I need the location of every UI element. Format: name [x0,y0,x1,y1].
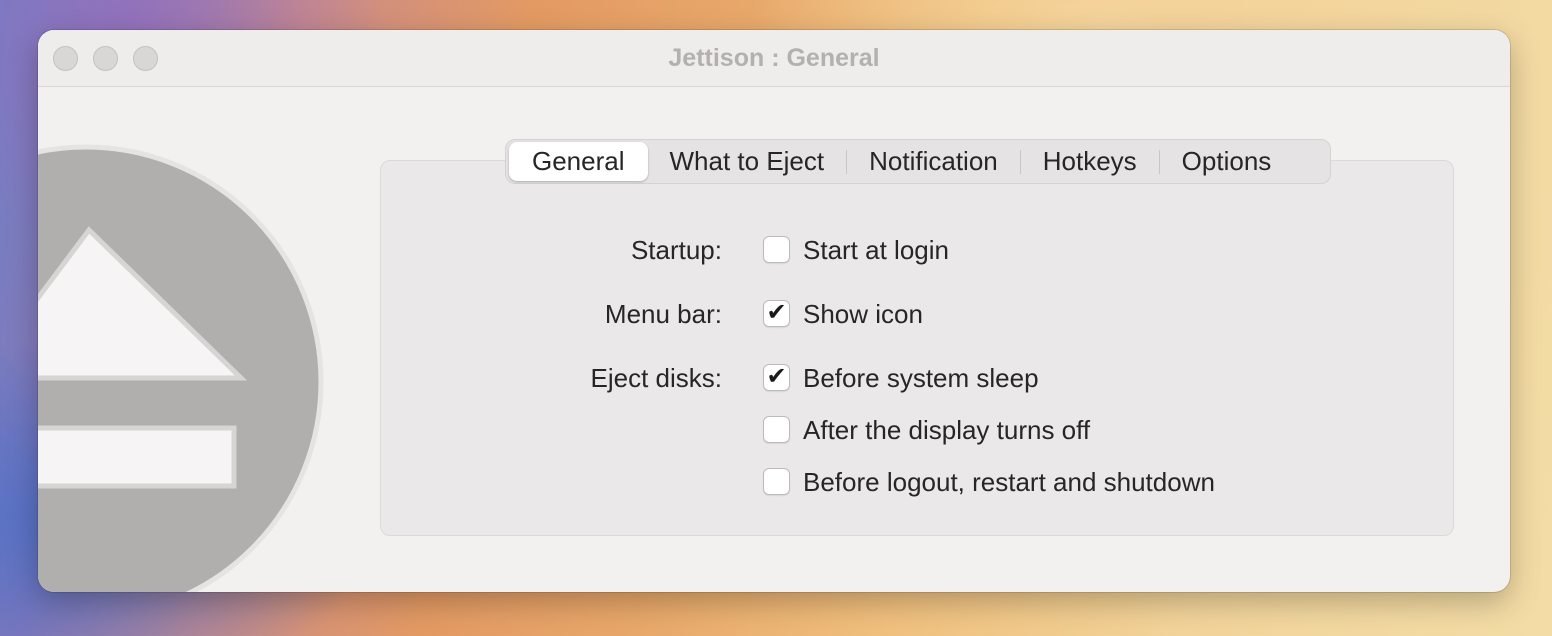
tab-hotkeys[interactable]: Hotkeys [1021,142,1159,181]
menubar-label: Menu bar: [604,299,722,329]
tab-notification[interactable]: Notification [847,142,1020,181]
eject-icon [38,144,324,592]
before-sleep-label[interactable]: Before system sleep [803,363,1039,394]
show-icon-checkbox[interactable]: ✔ [763,300,790,327]
window-title: Jettison : General [668,44,880,72]
start-at-login-label[interactable]: Start at login [803,235,949,266]
tab-options[interactable]: Options [1160,142,1294,181]
startup-label: Startup: [630,235,722,265]
title-bar[interactable]: Jettison : General [38,30,1510,87]
preferences-window: Jettison : General General What to Eject… [38,30,1510,592]
tab-bar: General What to Eject Notification Hotke… [505,139,1331,184]
show-icon-label[interactable]: Show icon [803,299,923,330]
eject-disks-label: Eject disks: [590,363,723,393]
tab-what-to-eject[interactable]: What to Eject [648,142,847,181]
after-display-off-label[interactable]: After the display turns off [803,415,1090,446]
before-sleep-checkbox[interactable]: ✔ [763,364,790,391]
before-logout-label[interactable]: Before logout, restart and shutdown [803,467,1215,498]
start-at-login-checkbox[interactable] [763,236,790,263]
after-display-off-checkbox[interactable] [763,416,790,443]
tab-general[interactable]: General [509,142,648,181]
before-logout-checkbox[interactable] [763,468,790,495]
